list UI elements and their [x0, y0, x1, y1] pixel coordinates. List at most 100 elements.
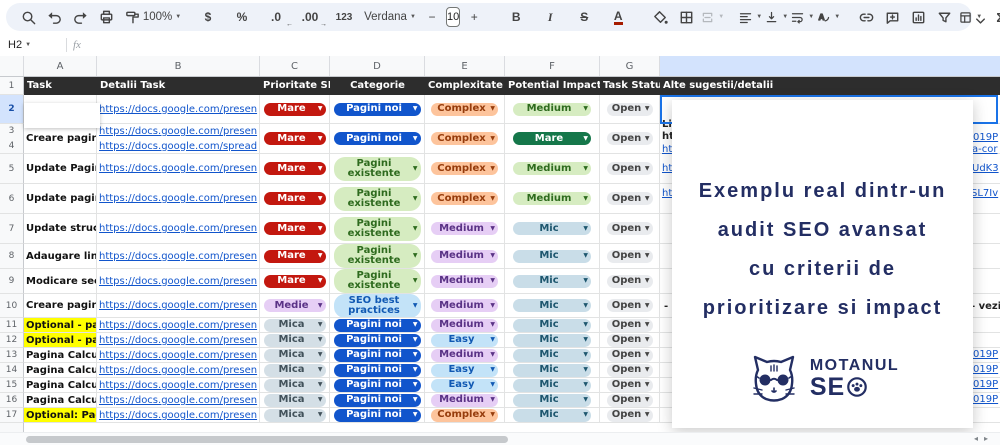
complexitate-cell[interactable]: Medium▼ — [425, 393, 505, 408]
status-cell[interactable]: Open▼ — [600, 348, 660, 363]
categorie-cell[interactable]: Pagini existente▼ — [330, 214, 425, 244]
task-link[interactable]: https://docs.google.com/presen — [97, 274, 259, 289]
formula-input[interactable] — [81, 34, 1000, 56]
prioritate-dropdown-chip[interactable]: Mare▼ — [264, 250, 326, 263]
categorie-cell[interactable]: Pagini noi▼ — [330, 363, 425, 378]
row-number-cell[interactable]: 2 — [0, 95, 24, 124]
categorie-dropdown-chip[interactable]: Pagini noi▼ — [334, 364, 421, 377]
prioritate-dropdown-chip[interactable]: Mare▼ — [264, 162, 326, 175]
task-cell[interactable]: Pagina Calcula — [24, 363, 97, 378]
categorie-dropdown-chip[interactable]: SEO best practices▼ — [334, 294, 421, 318]
impact-dropdown-chip[interactable]: Mic▼ — [513, 379, 591, 392]
insert-link-button[interactable] — [854, 5, 878, 29]
prioritate-cell[interactable]: Mare▼ — [260, 244, 330, 269]
impact-dropdown-chip[interactable]: Mic▼ — [513, 250, 591, 263]
scrollbar-arrows[interactable]: ◂▸ — [974, 434, 994, 443]
task-cell[interactable]: Pagina Calcula — [24, 348, 97, 363]
detalii-cell[interactable]: https://docs.google.com/presen — [97, 184, 260, 214]
link-fragment[interactable]: ht — [662, 144, 672, 155]
search-button[interactable] — [16, 5, 40, 29]
impact-cell[interactable]: Mare▼ — [505, 124, 600, 154]
task-cell[interactable]: Update pagina — [24, 184, 97, 214]
complexitate-dropdown-chip[interactable]: Medium▼ — [431, 349, 498, 362]
row-number[interactable]: 15 — [0, 378, 23, 392]
prioritate-cell[interactable]: Mica▼ — [260, 378, 330, 393]
row-number[interactable]: 2 — [0, 95, 23, 123]
status-cell[interactable]: Open▼ — [600, 393, 660, 408]
task-link[interactable]: https://docs.google.com/presen — [97, 393, 259, 407]
row-number-cell[interactable]: 14 — [0, 363, 24, 378]
prioritate-dropdown-chip[interactable]: Mare▼ — [264, 132, 326, 145]
task-cell[interactable]: Creare pagina — [24, 294, 97, 318]
categorie-cell[interactable]: Pagini noi▼ — [330, 95, 425, 124]
status-dropdown-chip[interactable]: Open▼ — [607, 132, 653, 145]
row-number-cell[interactable]: 13 — [0, 348, 24, 363]
status-cell[interactable]: Open▼ — [600, 244, 660, 269]
categorie-cell[interactable]: Pagini noi▼ — [330, 318, 425, 333]
complexitate-dropdown-chip[interactable]: Medium▼ — [431, 319, 498, 332]
prioritate-dropdown-chip[interactable]: Medie▼ — [264, 299, 326, 312]
task-link[interactable]: https://docs.google.com/spread — [97, 139, 259, 154]
impact-cell[interactable]: Mic▼ — [505, 318, 600, 333]
complexitate-dropdown-chip[interactable]: Complex▼ — [431, 103, 498, 116]
complexitate-dropdown-chip[interactable]: Complex▼ — [431, 192, 498, 205]
prioritate-cell[interactable]: Mare▼ — [260, 154, 330, 184]
impact-dropdown-chip[interactable]: Mic▼ — [513, 275, 591, 288]
prioritate-cell[interactable]: Mica▼ — [260, 363, 330, 378]
row-number[interactable]: 13 — [0, 348, 23, 362]
horizontal-align-button[interactable]: ▼ — [738, 5, 762, 29]
impact-cell[interactable]: Mic▼ — [505, 378, 600, 393]
font-size-input[interactable]: 10 — [446, 7, 460, 27]
categorie-dropdown-chip[interactable]: Pagini noi▼ — [334, 349, 421, 362]
impact-dropdown-chip[interactable]: Medium▼ — [513, 162, 591, 175]
prioritate-cell[interactable]: Medie▼ — [260, 294, 330, 318]
column-header-f[interactable]: F — [505, 56, 600, 76]
task-link[interactable]: https://docs.google.com/presen — [97, 102, 259, 117]
task-cell[interactable]: Optional - pagi — [24, 318, 97, 333]
status-dropdown-chip[interactable]: Open▼ — [607, 299, 653, 312]
redo-button[interactable] — [68, 5, 92, 29]
row-number-cell[interactable]: 34 — [0, 124, 24, 154]
task-cell[interactable]: Adaugare links — [24, 244, 97, 269]
complexitate-cell[interactable]: Easy▼ — [425, 333, 505, 348]
status-dropdown-chip[interactable]: Open▼ — [607, 162, 653, 175]
status-cell[interactable]: Open▼ — [600, 124, 660, 154]
row-number[interactable]: 7 — [0, 214, 23, 243]
categorie-dropdown-chip[interactable]: Pagini noi▼ — [334, 379, 421, 392]
complexitate-cell[interactable]: Complex▼ — [425, 95, 505, 124]
status-dropdown-chip[interactable]: Open▼ — [607, 319, 653, 332]
complexitate-cell[interactable]: Medium▼ — [425, 214, 505, 244]
link-fragment[interactable]: UdK3 — [972, 163, 999, 174]
text-wrap-button[interactable]: ▼ — [790, 5, 814, 29]
prioritate-dropdown-chip[interactable]: Mica▼ — [264, 349, 326, 362]
complexitate-dropdown-chip[interactable]: Complex▼ — [431, 162, 498, 175]
impact-dropdown-chip[interactable]: Medium▼ — [513, 192, 591, 205]
row-number[interactable]: 4 — [0, 139, 23, 154]
row-number-cell[interactable]: 16 — [0, 393, 24, 408]
task-link[interactable]: https://docs.google.com/presen — [97, 348, 259, 362]
prioritate-cell[interactable]: Mare▼ — [260, 95, 330, 124]
impact-cell[interactable]: Mic▼ — [505, 214, 600, 244]
prioritate-dropdown-chip[interactable]: Mica▼ — [264, 364, 326, 377]
link-fragment[interactable]: 019P — [973, 349, 998, 360]
task-link[interactable]: https://docs.google.com/presen — [97, 298, 259, 313]
categorie-cell[interactable]: Pagini noi▼ — [330, 393, 425, 408]
header-cell[interactable]: Potential Impact — [505, 77, 600, 95]
row-number[interactable]: 3 — [0, 124, 23, 139]
header-cell[interactable]: Alte sugestii/detalii — [660, 77, 1000, 95]
column-header-c[interactable]: C — [260, 56, 330, 76]
select-all-corner[interactable] — [0, 56, 24, 76]
status-cell[interactable]: Open▼ — [600, 184, 660, 214]
prioritate-dropdown-chip[interactable]: Mare▼ — [264, 275, 326, 288]
row-number[interactable]: 6 — [0, 184, 23, 213]
format-currency-button[interactable]: $ — [192, 5, 224, 29]
complexitate-cell[interactable]: Easy▼ — [425, 363, 505, 378]
status-cell[interactable]: Open▼ — [600, 154, 660, 184]
detalii-cell[interactable]: https://docs.google.com/presen — [97, 408, 260, 423]
categorie-dropdown-chip[interactable]: Pagini noi▼ — [334, 132, 421, 145]
categorie-dropdown-chip[interactable]: Pagini existente▼ — [334, 269, 421, 293]
vertical-align-button[interactable]: ▼ — [764, 5, 788, 29]
impact-cell[interactable]: Mic▼ — [505, 408, 600, 423]
complexitate-cell[interactable]: Complex▼ — [425, 154, 505, 184]
impact-cell[interactable]: Mic▼ — [505, 269, 600, 294]
